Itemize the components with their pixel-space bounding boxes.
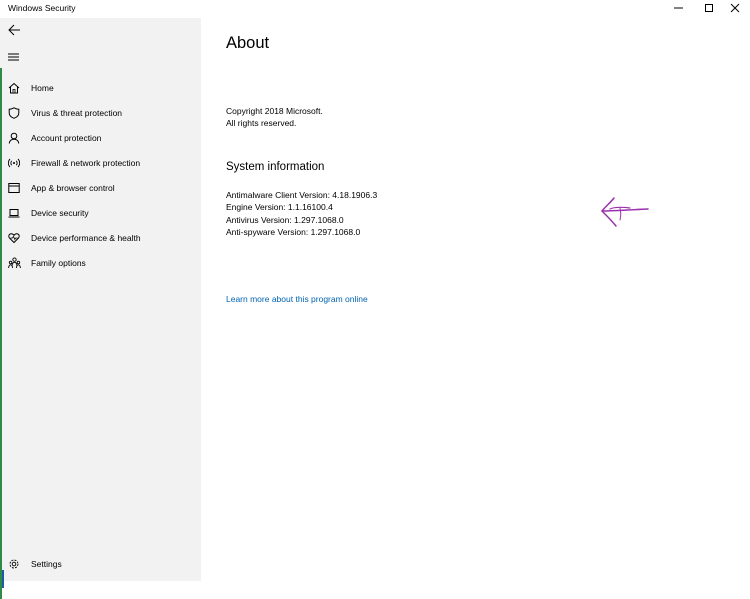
antivirus-version: Antivirus Version: 1.297.1068.0	[226, 214, 344, 225]
engine-version: Engine Version: 1.1.16100.4	[226, 202, 333, 213]
learn-more-link[interactable]: Learn more about this program online	[226, 294, 368, 304]
maximize-icon	[705, 4, 713, 12]
sidebar-item-label: Device security	[31, 208, 89, 218]
back-button[interactable]	[6, 22, 22, 38]
minimize-button[interactable]	[664, 0, 694, 16]
version-list: Antimalware Client Version: 4.18.1906.3 …	[226, 189, 377, 238]
sidebar-item-firewall-network-protection[interactable]: Firewall & network protection	[0, 152, 201, 174]
gear-icon	[7, 557, 21, 571]
back-arrow-icon	[8, 24, 20, 36]
home-icon	[7, 81, 21, 95]
sidebar: Home Virus & threat protection Account p…	[0, 18, 201, 599]
sidebar-item-label: Device performance & health	[31, 233, 141, 243]
shield-icon	[7, 106, 21, 120]
family-icon	[7, 256, 21, 270]
antispyware-version: Anti-spyware Version: 1.297.1068.0	[226, 226, 361, 237]
sidebar-item-label: Settings	[31, 559, 62, 569]
sidebar-item-family-options[interactable]: Family options	[0, 252, 201, 274]
page-title: About	[226, 34, 270, 52]
sidebar-item-device-security[interactable]: Device security	[0, 202, 201, 224]
laptop-icon	[7, 206, 21, 220]
copyright-text: Copyright 2018 Microsoft. All rights res…	[226, 105, 323, 129]
person-icon	[7, 131, 21, 145]
sidebar-item-device-performance-health[interactable]: Device performance & health	[0, 227, 201, 249]
sidebar-item-label: Virus & threat protection	[31, 108, 123, 118]
sidebar-item-label: Firewall & network protection	[31, 158, 141, 168]
hamburger-icon	[8, 53, 19, 61]
rights-line: All rights reserved.	[226, 118, 297, 128]
sidebar-item-settings[interactable]: Settings	[0, 553, 201, 575]
sidebar-item-home[interactable]: Home	[0, 77, 201, 99]
sidebar-item-app-browser-control[interactable]: App & browser control	[0, 177, 201, 199]
main-content: About Copyright 2018 Microsoft. All righ…	[201, 18, 750, 581]
browser-window-icon	[7, 181, 21, 195]
sidebar-item-label: Family options	[31, 258, 86, 268]
copyright-line: Copyright 2018 Microsoft.	[226, 106, 323, 116]
heart-icon	[7, 231, 21, 245]
sidebar-item-label: App & browser control	[31, 183, 115, 193]
system-information-heading: System information	[226, 161, 325, 173]
minimize-icon	[674, 7, 683, 9]
sidebar-item-account-protection[interactable]: Account protection	[0, 127, 201, 149]
sidebar-item-label: Home	[31, 83, 54, 93]
menu-button[interactable]	[6, 50, 22, 64]
sidebar-item-virus-threat-protection[interactable]: Virus & threat protection	[0, 102, 201, 124]
close-icon	[730, 3, 740, 13]
windows-security-window: Windows Security Home Virus & threat pro…	[0, 0, 750, 599]
wifi-signal-icon	[7, 156, 21, 170]
app-title: Windows Security	[8, 3, 76, 13]
handdrawn-arrow-annotation	[601, 197, 649, 227]
sidebar-item-label: Account protection	[31, 133, 102, 143]
close-button[interactable]	[720, 0, 750, 16]
antimalware-version: Antimalware Client Version: 4.18.1906.3	[226, 190, 378, 200]
title-bar: Windows Security	[0, 0, 750, 18]
